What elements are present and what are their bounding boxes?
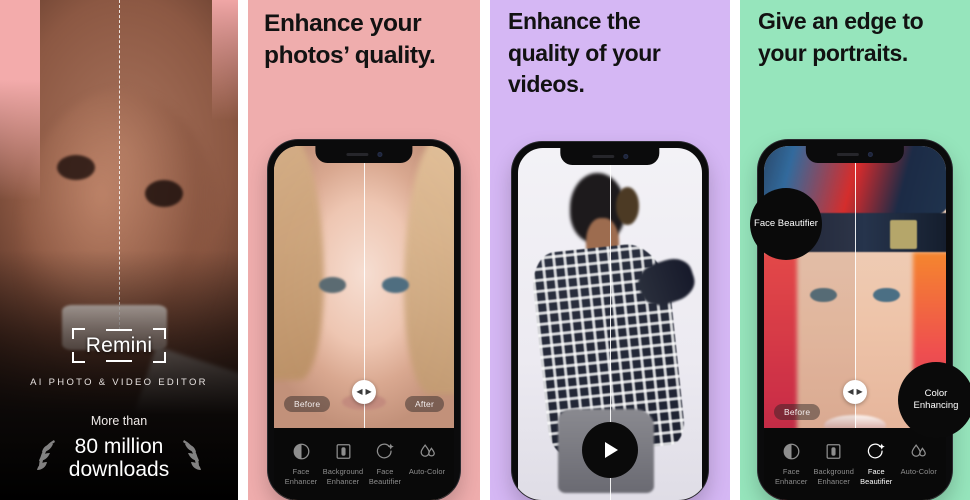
tool-label: Auto-Color <box>408 467 446 476</box>
before-after-drag-handle[interactable]: ◀ ▶ <box>352 380 376 404</box>
app-name: Remini <box>85 333 153 357</box>
panel-headline: Enhance your photos’ quality. <box>264 10 436 70</box>
photo-hair-left <box>274 146 325 380</box>
editor-toolbar[interactable]: Face Enhancer Background Enhancer Face B… <box>764 428 946 500</box>
tool-label: Auto-Color <box>900 467 937 476</box>
feature-badge-color-enhancing: Color Enhancing <box>898 362 970 438</box>
tool-auto-color[interactable]: Auto-Color <box>406 440 448 477</box>
tool-label: Background Enhancer <box>813 467 854 486</box>
tool-background-enhancer[interactable]: Background Enhancer <box>322 440 364 486</box>
phone-notch <box>560 148 660 165</box>
photo-eye-right <box>873 287 901 303</box>
laurel-branch-left-icon <box>36 440 55 471</box>
after-pill: After <box>405 396 444 412</box>
sparkle-face-icon <box>855 440 898 462</box>
photo-cap-buckle <box>889 220 917 249</box>
remini-logo: Remini <box>70 327 169 363</box>
before-pill: Before <box>774 404 821 420</box>
hero-eye-right <box>145 180 184 207</box>
framed-portrait-icon <box>813 440 856 462</box>
tool-face-enhancer[interactable]: Face Enhancer <box>770 440 813 486</box>
tool-label: Face Enhancer <box>284 467 318 486</box>
play-triangle-icon <box>605 442 618 458</box>
before-pill: Before <box>284 396 331 412</box>
water-drops-icon <box>406 440 448 462</box>
feature-badge-face-beautifier: Face Beautifier <box>750 188 822 260</box>
downloads-row: 80 million downloads <box>14 435 224 482</box>
downloads-count: 80 million <box>74 434 164 458</box>
editor-toolbar[interactable]: Face Enhancer Background Enhancer Face B… <box>274 428 454 500</box>
front-camera-icon <box>377 152 382 157</box>
panel-headline: Enhance the quality of your videos. <box>508 8 661 98</box>
panel-portrait-enhance[interactable]: Give an edge to your portraits. ◀ ▶ Befo… <box>740 0 970 500</box>
water-drops-icon <box>898 440 941 462</box>
tool-label: Face Enhancer <box>775 467 808 486</box>
framed-portrait-icon <box>322 440 364 462</box>
downloads-word: downloads <box>68 458 170 482</box>
tool-background-enhancer[interactable]: Background Enhancer <box>813 440 856 486</box>
phone-notch <box>805 146 905 163</box>
play-button[interactable] <box>582 422 638 478</box>
front-camera-icon <box>867 152 873 157</box>
app-store-screenshot-gallery: Remini AI PHOTO & VIDEO EDITOR More than… <box>0 0 970 500</box>
tool-auto-color[interactable]: Auto-Color <box>898 440 941 477</box>
frame-top-bar <box>106 328 132 331</box>
frame-bottom-bar <box>106 359 132 362</box>
hero-pink-edge-right <box>212 0 238 120</box>
before-after-drag-handle[interactable]: ◀ ▶ <box>843 380 867 404</box>
tool-label: Background Enhancer <box>322 467 364 486</box>
phone-screen <box>518 148 702 500</box>
photo-frame-brackets-icon <box>71 327 85 339</box>
chevron-left-icon: ◀ <box>847 387 854 396</box>
subject-hair-highlight <box>615 186 640 226</box>
speaker-grille-icon <box>836 153 859 156</box>
phone-screen: ◀ ▶ Before After Face Enhancer Backgroun… <box>274 146 454 500</box>
tool-face-enhancer[interactable]: Face Enhancer <box>280 440 322 486</box>
phone-mockup: ◀ ▶ Before After Face Enhancer Backgroun… <box>268 140 460 500</box>
tool-face-beautifier[interactable]: Face Beautifier <box>364 440 406 486</box>
more-than-label: More than <box>90 413 148 428</box>
panel-photo-enhance[interactable]: Enhance your photos’ quality. ◀ ▶ Before… <box>248 0 480 500</box>
tool-label: Face Beautifier <box>368 467 402 486</box>
photo-frame-bracket-tr-icon <box>153 327 167 339</box>
app-tagline: AI PHOTO & VIDEO EDITOR <box>30 376 208 388</box>
speaker-grille-icon <box>591 155 614 158</box>
half-circle-contrast-icon <box>280 440 322 462</box>
chevron-right-icon: ▶ <box>856 387 863 396</box>
phone-mockup <box>512 142 708 500</box>
sparkle-face-icon <box>364 440 406 462</box>
photo-frame-bracket-br-icon <box>153 351 167 363</box>
photo-eye-left <box>319 276 346 293</box>
tool-label: Face Beautifier <box>860 467 893 486</box>
panel-headline: Give an edge to your portraits. <box>758 8 924 66</box>
photo-eye-right <box>382 276 409 293</box>
photo-hair-right <box>403 146 454 394</box>
photo-frame-bracket-bl-icon <box>71 351 85 363</box>
laurel-branch-right-icon <box>183 440 202 471</box>
downloads-count-text: 80 million downloads <box>69 435 169 482</box>
speaker-grille-icon <box>346 153 368 156</box>
tool-face-beautifier[interactable]: Face Beautifier <box>855 440 898 486</box>
hero-brand-lockup: Remini AI PHOTO & VIDEO EDITOR More than… <box>0 327 238 500</box>
hero-pink-edge-left <box>0 0 40 200</box>
chevron-right-icon: ▶ <box>365 387 372 396</box>
hero-eye-left <box>57 155 96 180</box>
half-circle-contrast-icon <box>770 440 813 462</box>
panel-video-enhance[interactable]: Enhance the quality of your videos. <box>490 0 730 500</box>
panel-brand-hero[interactable]: Remini AI PHOTO & VIDEO EDITOR More than… <box>0 0 238 500</box>
phone-notch <box>315 146 413 163</box>
chevron-left-icon: ◀ <box>356 387 363 396</box>
front-camera-icon <box>622 154 628 159</box>
